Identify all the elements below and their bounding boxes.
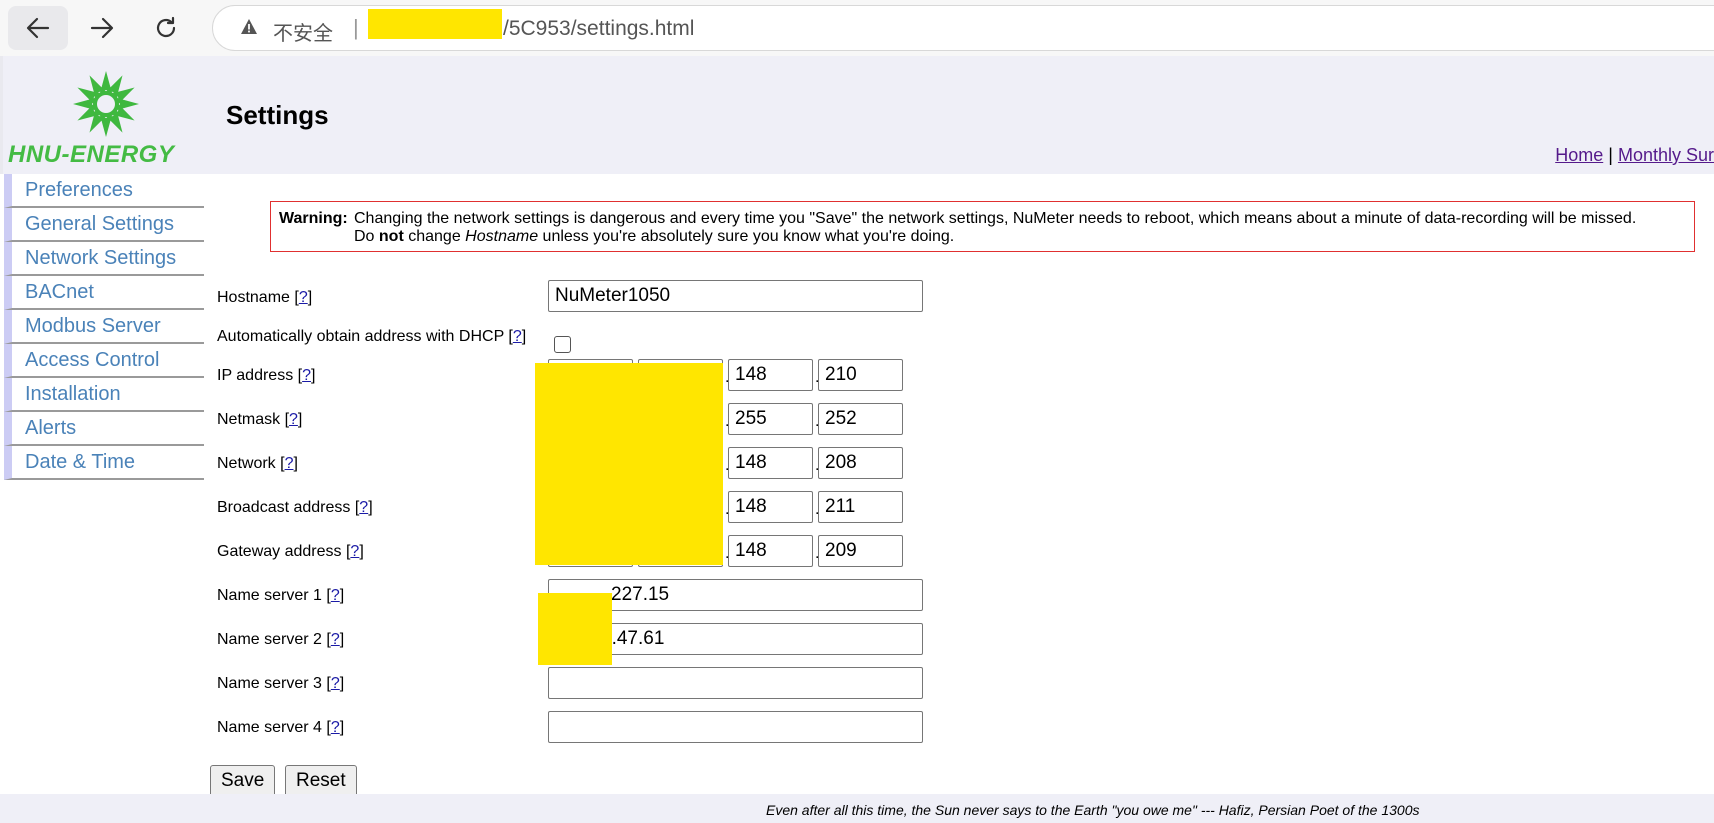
save-button[interactable]: Save [210, 765, 276, 797]
top-links: Home | Monthly Sur [1555, 145, 1714, 166]
warning-label: Warning: [279, 210, 348, 227]
help-link-ns2[interactable]: ? [331, 631, 340, 648]
help-link-hostname[interactable]: ? [299, 289, 308, 306]
browser-toolbar: 不安全 | /5C953/settings.html [0, 0, 1714, 56]
warning-box: Warning: Changing the network settings i… [270, 201, 1695, 252]
header: HNU-ENERGY Settings Home | Monthly Sur [0, 56, 1714, 174]
redaction-box [535, 363, 723, 565]
help-link-broadcast[interactable]: ? [359, 499, 368, 516]
sidebar-item-network-settings[interactable]: Network Settings [4, 242, 204, 276]
netmask-octet-3-input[interactable] [728, 403, 813, 435]
sidebar-item-modbus-server[interactable]: Modbus Server [4, 310, 204, 344]
network-octet-3-input[interactable] [728, 447, 813, 479]
netmask-label: Netmask [?] [217, 411, 303, 428]
back-button[interactable] [8, 6, 68, 50]
help-link-netmask[interactable]: ? [289, 411, 298, 428]
forward-button[interactable] [72, 6, 132, 50]
broadcast-octet-3-input[interactable] [728, 491, 813, 523]
sidebar: Preferences General Settings Network Set… [0, 174, 204, 823]
help-link-gateway[interactable]: ? [350, 543, 359, 560]
help-link-ns4[interactable]: ? [331, 719, 340, 736]
help-link-ip-address[interactable]: ? [302, 367, 311, 384]
sidebar-item-alerts[interactable]: Alerts [4, 412, 204, 446]
page-title: Settings [226, 100, 329, 130]
settings-form: Warning: Changing the network settings i… [204, 174, 1714, 794]
dhcp-checkbox[interactable] [554, 336, 571, 353]
sidebar-item-date-time[interactable]: Date & Time [4, 446, 204, 480]
address-separator: | [353, 15, 359, 40]
sidebar-item-installation[interactable]: Installation [4, 378, 204, 412]
sidebar-item-access-control[interactable]: Access Control [4, 344, 204, 378]
help-link-ns1[interactable]: ? [331, 587, 340, 604]
help-link-dhcp[interactable]: ? [513, 328, 522, 345]
hostname-input[interactable] [548, 280, 923, 312]
hostname-label: Hostname [?] [217, 289, 313, 306]
name-server-4-input[interactable] [548, 711, 923, 743]
security-status-label[interactable]: 不安全 [273, 17, 333, 46]
gateway-octet-3-input[interactable] [728, 535, 813, 567]
warning-triangle-icon[interactable] [240, 18, 258, 35]
ip-octet-3-input[interactable] [728, 359, 813, 391]
sidebar-item-bacnet[interactable]: BACnet [4, 276, 204, 310]
logo-text: HNU-ENERGY [8, 141, 175, 168]
network-label: Network [?] [217, 455, 298, 472]
name-server-3-label: Name server 3 [?] [217, 675, 345, 692]
reload-button[interactable] [136, 6, 196, 50]
name-server-2-label: Name server 2 [?] [217, 631, 345, 648]
help-link-ns3[interactable]: ? [331, 675, 340, 692]
gateway-label: Gateway address [?] [217, 543, 364, 560]
arrow-left-icon [26, 17, 50, 39]
network-octet-4-input[interactable] [818, 447, 903, 479]
url-text[interactable]: /5C953/settings.html [503, 17, 694, 41]
sidebar-item-general-settings[interactable]: General Settings [4, 208, 204, 242]
warning-text-line2: Do not change Hostname unless you're abs… [354, 228, 955, 245]
link-separator: | [1608, 145, 1613, 165]
gateway-octet-4-input[interactable] [818, 535, 903, 567]
monthly-summary-link[interactable]: Monthly Sur [1618, 145, 1714, 165]
warning-text-line1: Changing the network settings is dangero… [354, 210, 1637, 227]
footer: Even after all this time, the Sun never … [0, 794, 1714, 823]
redaction-box [538, 593, 612, 665]
home-link[interactable]: Home [1555, 145, 1603, 165]
arrow-right-icon [90, 17, 114, 39]
ip-address-label: IP address [?] [217, 367, 316, 384]
redaction-box [368, 9, 502, 39]
reset-button[interactable]: Reset [285, 765, 357, 797]
broadcast-label: Broadcast address [?] [217, 499, 373, 516]
dhcp-label: Automatically obtain address with DHCP [… [217, 328, 527, 345]
footer-quote: Even after all this time, the Sun never … [766, 802, 1420, 818]
ip-octet-4-input[interactable] [818, 359, 903, 391]
help-link-network[interactable]: ? [285, 455, 294, 472]
netmask-octet-4-input[interactable] [818, 403, 903, 435]
reload-icon [156, 16, 176, 38]
sun-logo-icon [73, 71, 139, 137]
page: HNU-ENERGY Settings Home | Monthly Sur P… [0, 56, 1714, 823]
name-server-4-label: Name server 4 [?] [217, 719, 345, 736]
logo[interactable]: HNU-ENERGY [8, 68, 204, 168]
broadcast-octet-4-input[interactable] [818, 491, 903, 523]
sidebar-item-preferences[interactable]: Preferences [4, 174, 204, 208]
name-server-3-input[interactable] [548, 667, 923, 699]
name-server-1-label: Name server 1 [?] [217, 587, 345, 604]
